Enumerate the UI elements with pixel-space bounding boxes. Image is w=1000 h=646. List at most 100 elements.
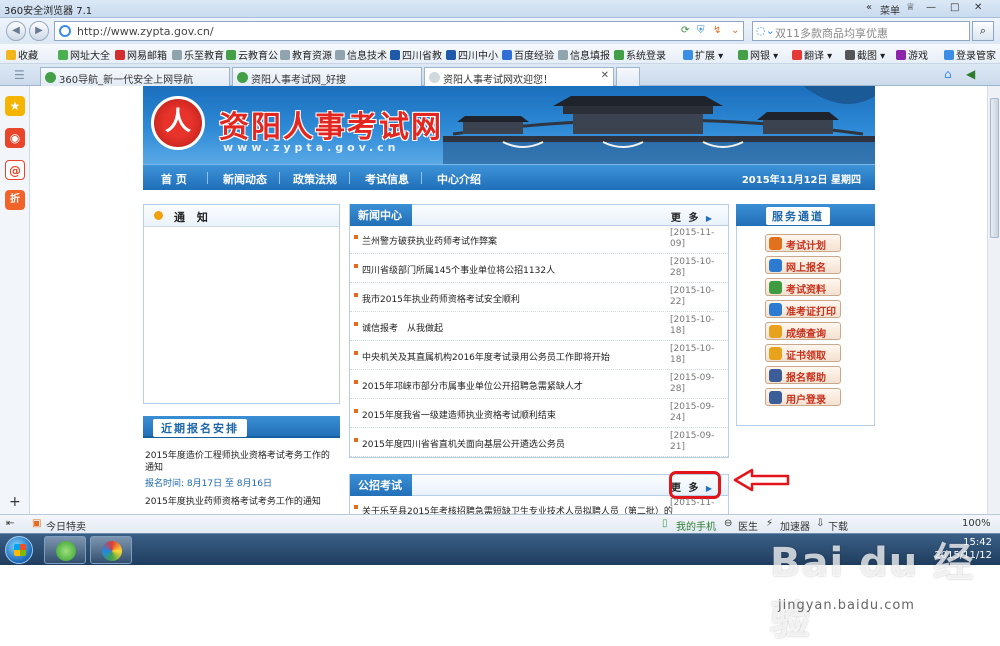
new-tab-button[interactable] bbox=[616, 67, 640, 86]
bookmark-item[interactable]: 网易邮箱 bbox=[115, 47, 167, 62]
bookmark-item[interactable]: 四川中小 bbox=[446, 47, 498, 62]
tab-zypta[interactable]: 资阳人事考试网欢迎您！ ✕ bbox=[424, 67, 614, 86]
translate-button[interactable]: 翻译 ▾ bbox=[792, 47, 832, 62]
bookmark-item[interactable]: 系统登录 bbox=[614, 47, 666, 62]
add-icon[interactable]: + bbox=[9, 494, 21, 510]
tab-close-icon[interactable]: ✕ bbox=[601, 70, 609, 81]
news-row[interactable]: 2015年邛崃市部分市属事业单位公开招聘急需紧缺人才 [2015-09-28] bbox=[350, 371, 728, 399]
taskbar-paint-button[interactable] bbox=[90, 536, 132, 564]
tab-haosou[interactable]: 资阳人事考试网_好搜 bbox=[232, 67, 422, 86]
news-more-link[interactable]: 更 多 ▶ bbox=[671, 209, 714, 224]
close-icon[interactable]: ✕ bbox=[974, 2, 982, 13]
news-title-link[interactable]: 2015年度我省一级建造师执业资格考试顺利结束 bbox=[362, 408, 556, 421]
news-title-link[interactable]: 诚信报考 从我做起 bbox=[362, 321, 443, 334]
service-admission-print[interactable]: 准考证打印 bbox=[765, 300, 841, 318]
bookmark-item[interactable]: 信息技术 bbox=[335, 47, 387, 62]
tab-list-icon[interactable]: ☰ bbox=[14, 68, 25, 82]
search-input[interactable]: ◌⌄ 双11多款商品均享优惠 bbox=[752, 21, 970, 41]
bullet-icon bbox=[354, 505, 358, 509]
skin-icon[interactable]: ♕ bbox=[906, 2, 915, 13]
bookmark-item[interactable]: 百度经验 bbox=[502, 47, 554, 62]
magnifier-icon bbox=[769, 325, 782, 338]
news-title[interactable]: 新闻中心 bbox=[350, 204, 412, 226]
service-score-query[interactable]: 成绩查询 bbox=[765, 322, 841, 340]
doctor-link[interactable]: 医生 bbox=[738, 518, 758, 533]
nav-item-news[interactable]: 新闻动态 bbox=[223, 171, 267, 187]
taskbar-ie-button[interactable] bbox=[44, 536, 86, 564]
bookmark-item[interactable]: 网址大全 bbox=[58, 47, 110, 62]
mail-icon[interactable]: @ bbox=[5, 160, 25, 180]
news-row[interactable]: 兰州警方破获执业药师考试作弊案 [2015-11-09] bbox=[350, 226, 728, 254]
collapse-icon[interactable]: « bbox=[866, 2, 872, 13]
site-banner: 人 资阳人事考试网 www.zypta.gov.cn bbox=[143, 86, 875, 164]
news-row[interactable]: 中央机关及其直属机构2016年度考试录用公务员工作即将开始 [2015-10-18… bbox=[350, 342, 728, 370]
refresh-icon[interactable]: ⟳ bbox=[681, 25, 689, 36]
recent-item-link[interactable]: 2015年度执业药师资格考试考务工作的通知 bbox=[145, 496, 335, 508]
maximize-icon[interactable]: □ bbox=[950, 2, 959, 13]
notice-header: 通 知 bbox=[144, 205, 339, 227]
news-title-link[interactable]: 中央机关及其直属机构2016年度考试录用公务员工作即将开始 bbox=[362, 350, 610, 363]
chevron-down-icon[interactable]: ⌄ bbox=[731, 25, 739, 36]
back-button[interactable]: ◀ bbox=[6, 21, 26, 41]
news-row[interactable]: 四川省级部门所属145个事业单位将公招1132人 [2015-10-28] bbox=[350, 255, 728, 283]
service-exam-plan[interactable]: 考试计划 bbox=[765, 234, 841, 252]
favorites-star-icon[interactable]: ★ bbox=[5, 96, 25, 116]
news-title-link[interactable]: 2015年邛崃市部分市属事业单位公开招聘急需紧缺人才 bbox=[362, 379, 583, 392]
bookmark-item[interactable]: 收藏 bbox=[6, 47, 38, 62]
news-title-link[interactable]: 我市2015年执业药师资格考试安全顺利 bbox=[362, 292, 520, 305]
forward-button[interactable]: ▶ bbox=[29, 21, 49, 41]
zoom-level[interactable]: 100% bbox=[962, 518, 991, 529]
news-title-link[interactable]: 四川省级部门所属145个事业单位将公招1132人 bbox=[362, 263, 555, 276]
home-icon[interactable]: ⌂ bbox=[944, 67, 952, 81]
extensions-button[interactable]: 扩展 ▾ bbox=[683, 47, 723, 62]
scrollbar-thumb[interactable] bbox=[990, 98, 999, 238]
shield-icon[interactable]: ⛨ bbox=[697, 25, 705, 36]
search-engine-icon[interactable]: ◌⌄ bbox=[756, 24, 775, 37]
news-title-link[interactable]: 2015年度四川省省直机关面向基层公开遴选公务员 bbox=[362, 437, 565, 450]
bookmark-item[interactable]: 信息填报 bbox=[558, 47, 610, 62]
news-row[interactable]: 2015年度我省一级建造师执业资格考试顺利结束 [2015-09-24] bbox=[350, 400, 728, 428]
start-button[interactable] bbox=[5, 536, 33, 564]
undo-close-icon[interactable]: ◀ bbox=[966, 67, 975, 81]
nav-item-about[interactable]: 中心介绍 bbox=[437, 171, 481, 187]
minimize-icon[interactable]: — bbox=[926, 2, 936, 13]
service-register-help[interactable]: 报名帮助 bbox=[765, 366, 841, 384]
bookmark-item[interactable]: 乐至教育 bbox=[172, 47, 224, 62]
url-input[interactable]: http://www.zypta.gov.cn/ ⟳ ⛨ ↯ ⌄ bbox=[54, 21, 744, 41]
menu-button[interactable]: 菜单 bbox=[880, 2, 900, 17]
site-logo[interactable]: 人 bbox=[151, 96, 205, 150]
exam-title-link[interactable]: 关于乐至县2015年考核招聘急需短缺卫生专业技术人员拟聘人员（第二批）的 bbox=[362, 504, 673, 514]
exam-row[interactable]: 关于乐至县2015年考核招聘急需短缺卫生专业技术人员拟聘人员（第二批）的 [201… bbox=[350, 496, 728, 514]
vertical-scrollbar[interactable] bbox=[987, 86, 1000, 514]
bolt-icon[interactable]: ↯ bbox=[713, 25, 721, 36]
search-button[interactable]: ⌕ bbox=[972, 21, 994, 41]
baidu-watermark-url: jingyan.baidu.com bbox=[778, 598, 915, 613]
games-button[interactable]: 游戏 bbox=[896, 47, 928, 62]
login-manager-button[interactable]: 登录管家 bbox=[944, 47, 996, 62]
service-exam-materials[interactable]: 考试资料 bbox=[765, 278, 841, 296]
sidebar-toggle-icon[interactable]: ⇤ bbox=[6, 518, 14, 529]
news-row[interactable]: 2015年度四川省省直机关面向基层公开遴选公务员 [2015-09-21] bbox=[350, 429, 728, 457]
tab-360-nav[interactable]: 360导航_新一代安全上网导航 bbox=[40, 67, 230, 86]
today-deals-link[interactable]: 今日特卖 bbox=[46, 518, 86, 533]
nav-item-home[interactable]: 首 页 bbox=[161, 171, 187, 187]
news-row[interactable]: 我市2015年执业药师资格考试安全顺利 [2015-10-22] bbox=[350, 284, 728, 312]
recent-item-link[interactable]: 2015年度造价工程师执业资格考试考务工作的通知 bbox=[145, 450, 335, 474]
screenshot-button[interactable]: 截图 ▾ bbox=[845, 47, 885, 62]
browser-icon bbox=[56, 541, 76, 561]
service-certificate-pickup[interactable]: 证书领取 bbox=[765, 344, 841, 362]
my-phone-link[interactable]: 我的手机 bbox=[676, 518, 716, 533]
netbank-button[interactable]: 网银 ▾ bbox=[738, 47, 778, 62]
bookmark-item[interactable]: 教育资源 bbox=[280, 47, 332, 62]
news-row[interactable]: 诚信报考 从我做起 [2015-10-18] bbox=[350, 313, 728, 341]
discount-icon[interactable]: 折 bbox=[5, 190, 25, 210]
nav-item-exam-info[interactable]: 考试信息 bbox=[365, 171, 409, 187]
nav-item-policy[interactable]: 政策法规 bbox=[293, 171, 337, 187]
exams-title[interactable]: 公招考试 bbox=[350, 474, 412, 496]
weibo-icon[interactable]: ◉ bbox=[5, 128, 25, 148]
service-user-login[interactable]: 用户登录 bbox=[765, 388, 841, 406]
bookmark-item[interactable]: 四川省教 bbox=[390, 47, 442, 62]
news-title-link[interactable]: 兰州警方破获执业药师考试作弊案 bbox=[362, 234, 497, 247]
service-online-register[interactable]: 网上报名 bbox=[765, 256, 841, 274]
bookmark-item[interactable]: 云教育公 bbox=[226, 47, 278, 62]
